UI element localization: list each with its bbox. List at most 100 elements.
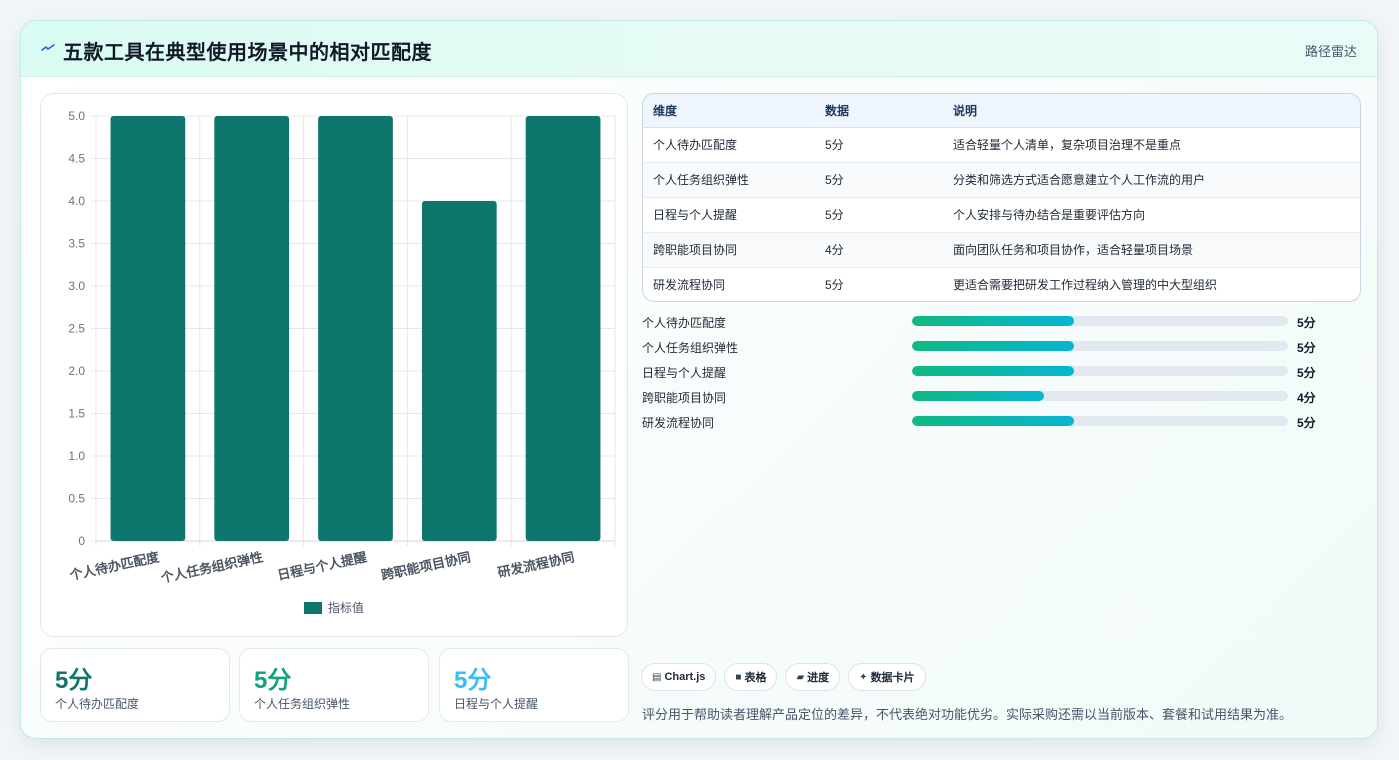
tag-label: 进度 <box>807 672 830 684</box>
progress-value: 5分 <box>1297 416 1316 430</box>
page-subtitle: 路径雷达 <box>1304 44 1357 59</box>
footnote: 评分用于帮助读者理解产品定位的差异，不代表绝对功能优劣。实际采购还需以当前版本、… <box>642 707 1293 722</box>
main-card: 五款工具在典型使用场景中的相对匹配度 路径雷达 0 0.5 1.0 1.5 2.0 2.5… <box>20 20 1378 739</box>
tag-progress[interactable]: ▰ 进度 <box>785 663 841 691</box>
table-cell: 跨职能项目协同 <box>643 232 815 268</box>
progress-track <box>912 341 1288 351</box>
y-tick-label: 4.5 <box>68 152 85 166</box>
stat-value: 5分 <box>454 667 492 694</box>
progress-fill <box>912 366 1074 376</box>
progress-track <box>912 316 1288 326</box>
bar <box>110 116 186 541</box>
table-cell: 5分 <box>815 127 943 163</box>
page-title: 五款工具在典型使用场景中的相对匹配度 <box>63 42 432 64</box>
table-cell: 研发流程协同 <box>653 278 726 293</box>
bar <box>421 201 497 541</box>
table-cell: 面向团队任务和项目协作，适合轻量项目场景 <box>943 232 1360 268</box>
progress-value: 5分 <box>1297 366 1316 380</box>
table-cell: 5分 <box>825 278 844 293</box>
progress-row: 跨职能项目协同 4分 <box>642 388 1342 413</box>
progress-row: 研发流程协同 5分 <box>642 413 1342 438</box>
progress-row: 个人任务组织弹性 5分 <box>642 338 1342 363</box>
bar <box>214 116 290 541</box>
tag-data-card[interactable]: ✦ 数据卡片 <box>848 663 926 691</box>
progress-label: 个人待办匹配度 <box>642 316 727 330</box>
tag-label: Chart.js <box>664 671 706 683</box>
progress-list: 个人待办匹配度 5分 个人任务组织弹性 5分 日程与个人提醒 5分 跨职能项目协… <box>642 313 1342 438</box>
y-tick-label: 2.0 <box>68 364 85 378</box>
y-tick-label: 3.0 <box>68 279 85 293</box>
table-cell: 分类和筛选方式适合愿意建立个人工作流的用户 <box>943 162 1360 198</box>
table-cell: 个人安排与待办结合是重要评估方向 <box>943 197 1360 233</box>
table-icon: ■ <box>735 671 742 683</box>
y-tick-label: 1.0 <box>68 449 85 463</box>
tag-label: 表格 <box>744 672 767 684</box>
progress-fill <box>912 391 1044 401</box>
table-cell: 个人待办匹配度 <box>643 127 815 163</box>
data-table-panel: 维度 数据 说明 个人待办匹配度 5分 适合轻量个人清单，复杂项目治理不是重点 … <box>642 93 1361 302</box>
table-row: 跨职能项目协同 4分 面向团队任务和项目协作，适合轻量项目场景 <box>643 232 1360 268</box>
stat-card-3: 5分 日程与个人提醒 <box>439 648 629 722</box>
legend-swatch <box>304 602 322 614</box>
x-tick-label: 研发流程协同 <box>496 549 575 580</box>
stat-value: 5分 <box>55 667 93 694</box>
table-cell: 5分 <box>815 197 943 233</box>
table-header-row: 维度 数据 说明 <box>643 94 1360 128</box>
tag-chartjs[interactable]: ▤ Chart.js <box>641 663 717 691</box>
progress-fill <box>912 341 1074 351</box>
y-tick-label: 1.5 <box>68 407 85 421</box>
progress-track <box>912 416 1288 426</box>
bar <box>525 116 601 541</box>
y-tick-label: 0 <box>78 534 85 548</box>
bar-chart: 0 0.5 1.0 1.5 2.0 2.5 3.0 3.5 4.0 4.5 5.0 个人待办匹配度个人… <box>67 109 616 615</box>
chart-icon: ▤ <box>652 671 662 683</box>
progress-track <box>912 366 1288 376</box>
stat-label: 个人任务组织弹性 <box>254 697 351 711</box>
y-tick-label: 2.5 <box>68 322 85 336</box>
table-cell: 更适合需要把研发工作过程纳入管理的中大型组织 <box>953 278 1218 293</box>
progress-label: 日程与个人提醒 <box>642 366 727 380</box>
progress-value: 5分 <box>1297 316 1316 330</box>
y-tick-label: 4.0 <box>68 194 85 208</box>
progress-fill <box>912 416 1074 426</box>
table-header: 数据 <box>815 94 943 128</box>
y-tick-label: 5.0 <box>68 109 85 123</box>
stat-label: 日程与个人提醒 <box>454 697 539 711</box>
progress-label: 个人任务组织弹性 <box>642 341 739 355</box>
table-row: 研发流程协同 5分 更适合需要把研发工作过程纳入管理的中大型组织 <box>643 267 1360 301</box>
bar-chart-panel: 0 0.5 1.0 1.5 2.0 2.5 3.0 3.5 4.0 4.5 5.0 个人待办匹配度 个人… <box>40 93 628 637</box>
card-header: 五款工具在典型使用场景中的相对匹配度 路径雷达 <box>21 21 1377 77</box>
tag-label: 数据卡片 <box>870 672 915 684</box>
progress-fill <box>912 316 1074 326</box>
progress-row: 日程与个人提醒 5分 <box>642 363 1342 388</box>
bar <box>318 116 393 541</box>
x-tick-label: 个人任务组织弹性 <box>158 549 264 586</box>
table-header: 维度 <box>643 94 815 128</box>
sparkle-icon: ✦ <box>859 671 868 683</box>
stat-label: 个人待办匹配度 <box>55 697 140 711</box>
spark-icon <box>41 44 55 51</box>
y-tick-label: 3.5 <box>68 237 85 251</box>
tag-list: ▤ Chart.js ■ 表格 ▰ 进度 ✦ 数据卡片 <box>641 663 926 691</box>
table-row: 个人待办匹配度 5分 适合轻量个人清单，复杂项目治理不是重点 <box>643 127 1360 163</box>
x-tick-label: 跨职能项目协同 <box>380 549 472 583</box>
folder-icon: ▰ <box>796 671 805 683</box>
progress-label: 跨职能项目协同 <box>642 391 727 405</box>
progress-row: 个人待办匹配度 5分 <box>642 313 1342 338</box>
stat-card-1: 5分 个人待办匹配度 <box>40 648 230 722</box>
legend-label: 指标值 <box>328 600 364 615</box>
stat-card-2: 5分 个人任务组织弹性 <box>239 648 429 722</box>
x-tick-label: 日程与个人提醒 <box>276 549 368 583</box>
progress-value: 4分 <box>1297 391 1316 405</box>
tag-table[interactable]: ■ 表格 <box>724 663 778 691</box>
y-tick-label: 0.5 <box>68 492 85 506</box>
table-header: 说明 <box>943 94 1360 128</box>
data-table: 维度 数据 说明 个人待办匹配度 5分 适合轻量个人清单，复杂项目治理不是重点 … <box>643 94 1360 301</box>
x-tick-label: 个人待办匹配度 <box>67 549 161 583</box>
table-cell: 适合轻量个人清单，复杂项目治理不是重点 <box>943 127 1360 163</box>
table-cell: 日程与个人提醒 <box>643 197 815 233</box>
progress-track <box>912 391 1288 401</box>
table-cell: 4分 <box>815 232 943 268</box>
table-cell: 个人任务组织弹性 <box>643 162 815 198</box>
table-cell: 5分 <box>815 162 943 198</box>
